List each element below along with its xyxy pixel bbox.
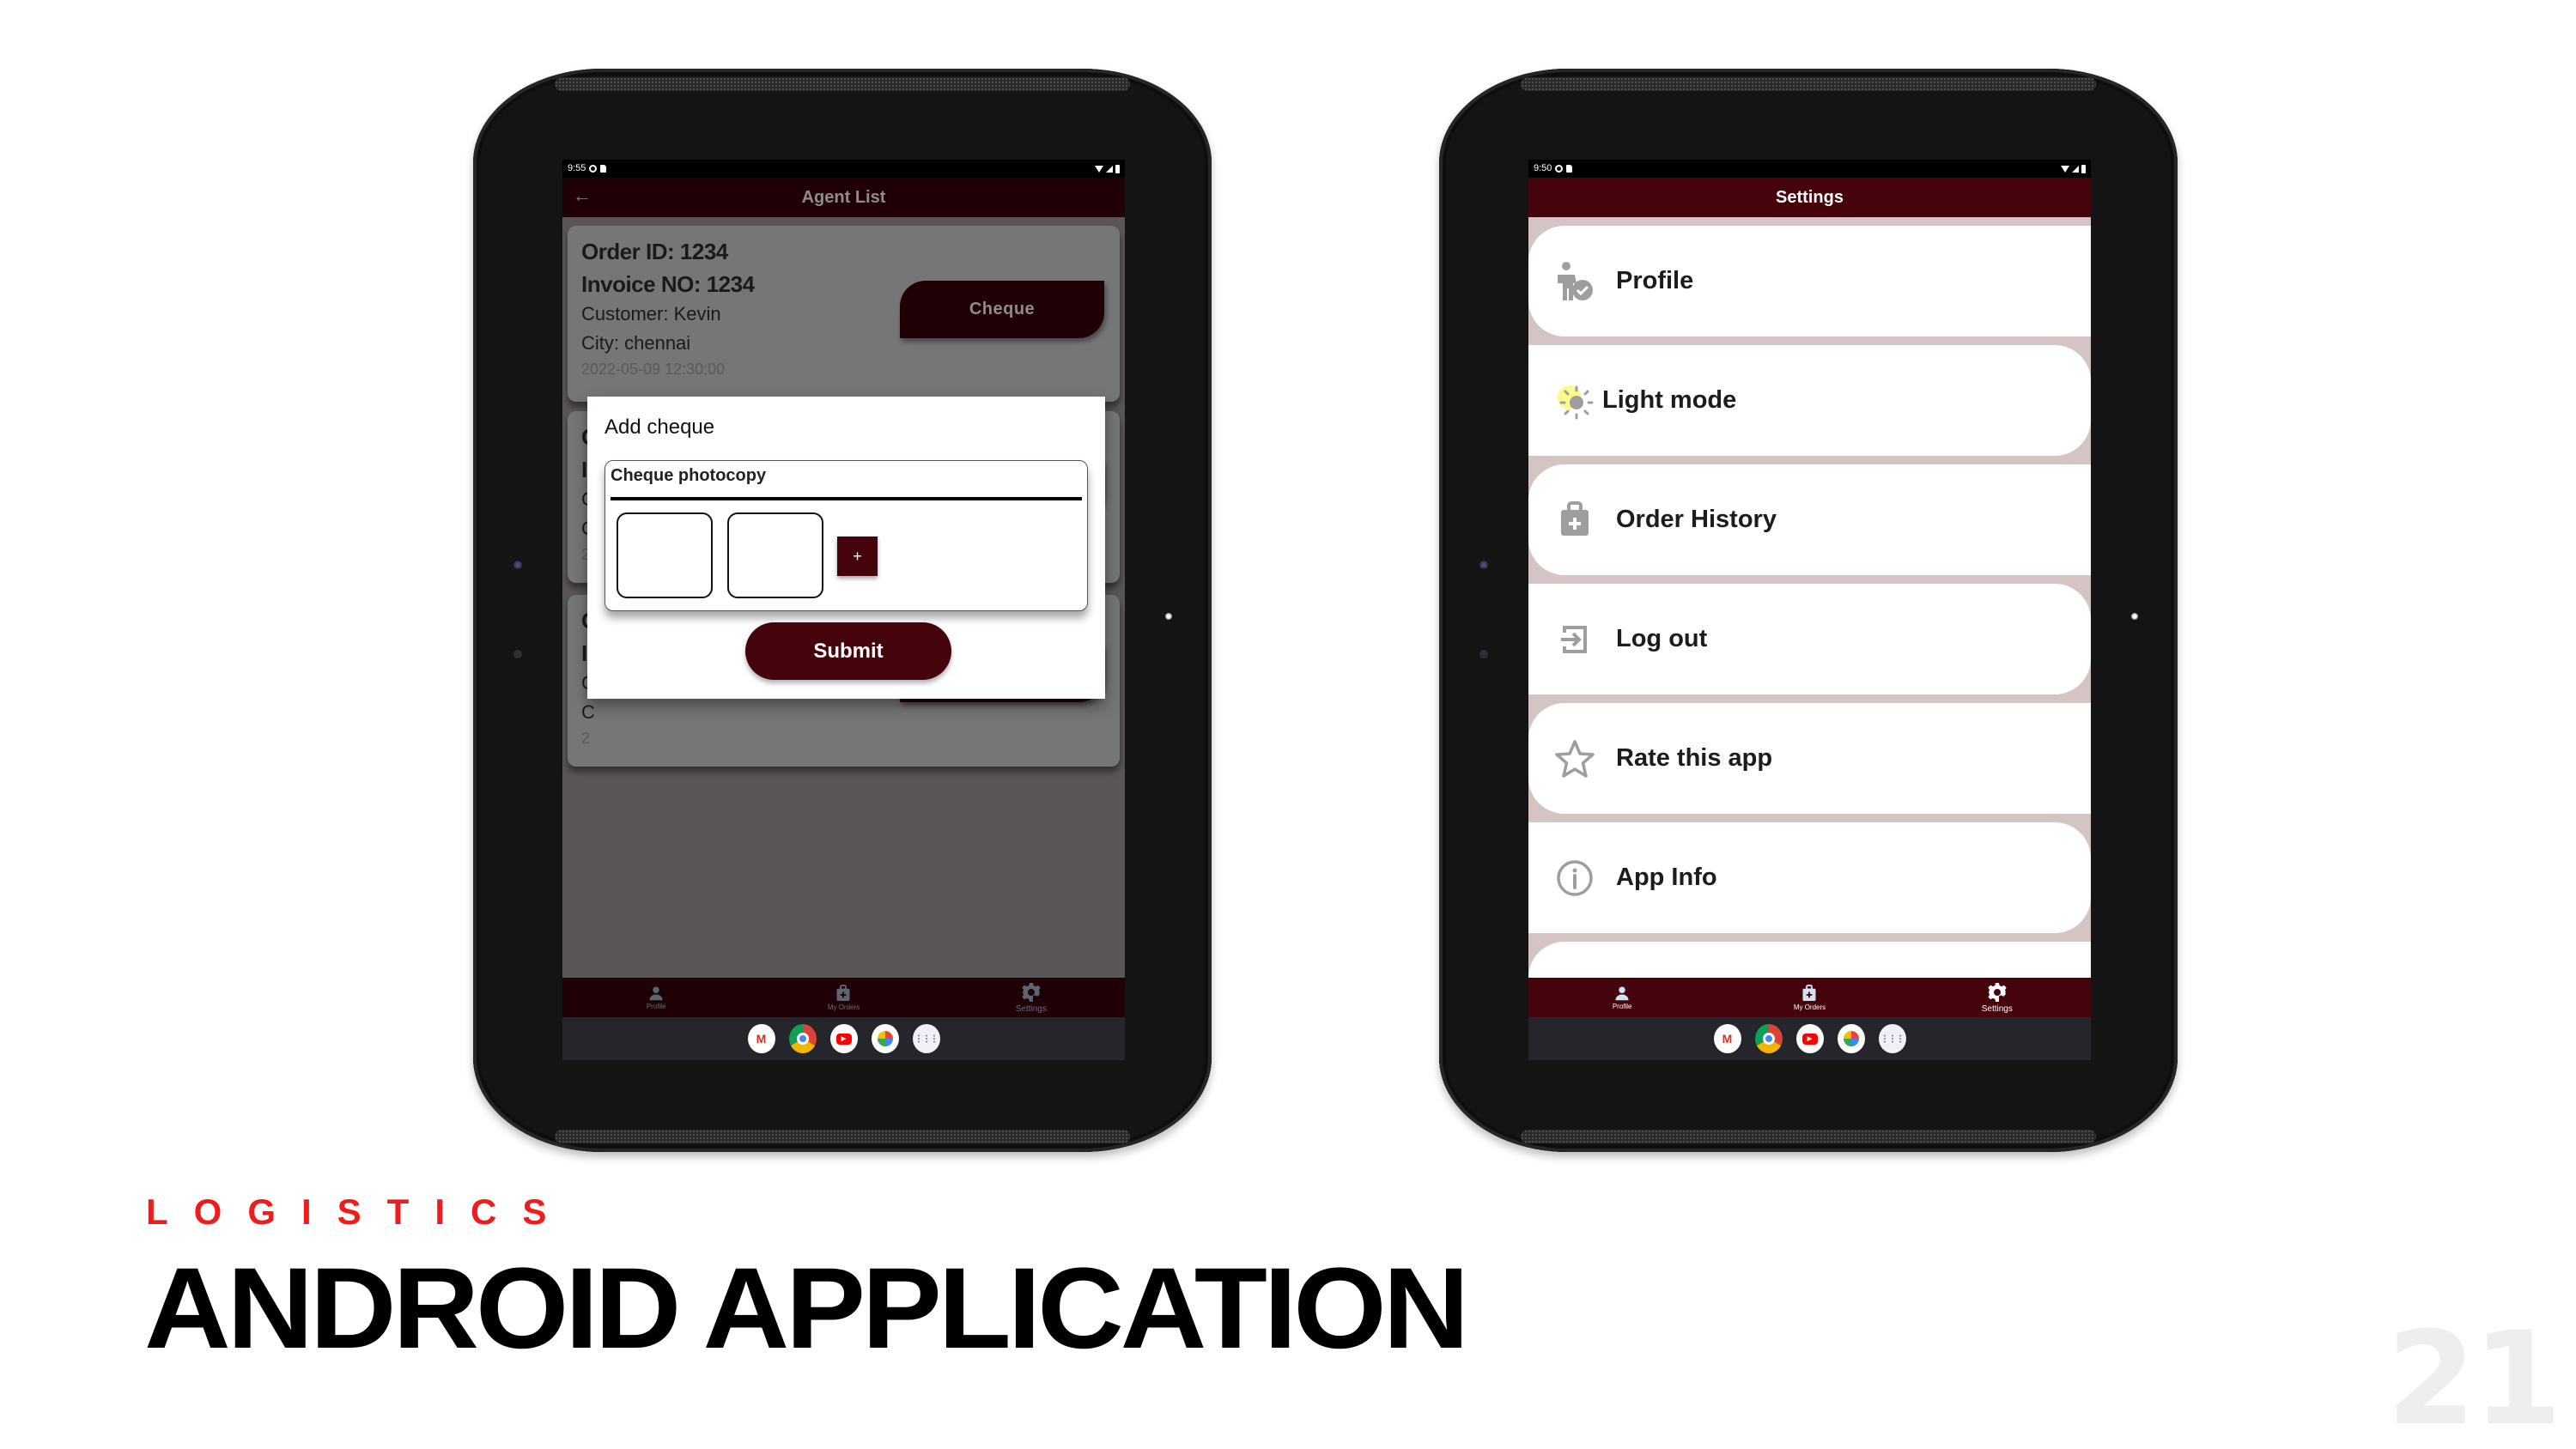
tablet-agent-list: 9:55 ← Agent List Order ID: 1234 Invoice… <box>473 69 1212 1152</box>
camera-icon <box>1479 561 1488 569</box>
sensor-dot <box>513 650 522 658</box>
sensor-dot <box>1479 650 1488 658</box>
settings-item-label: Log out <box>1616 625 1708 652</box>
page-title: Settings <box>1776 187 1844 207</box>
settings-item-profile[interactable]: Profile <box>1528 226 2091 336</box>
status-bar: 9:50 <box>1528 160 2091 178</box>
settings-item-light-mode[interactable]: Light mode <box>1528 345 2091 456</box>
speaker-grille-bottom <box>1521 1130 2096 1143</box>
settings-item-label: Profile <box>1616 267 1694 294</box>
signal-icon <box>1106 165 1113 173</box>
page-title: Agent List <box>801 187 886 207</box>
nav-my-orders[interactable]: My Orders <box>1758 978 1861 1017</box>
bottom-navigation: Profile My Orders Settings <box>562 978 1125 1017</box>
person-check-icon <box>1552 259 1597 304</box>
settings-item-label: Light mode <box>1602 386 1737 414</box>
settings-screen: 9:50 Settings Profile Light mode Order H… <box>1528 160 2091 1060</box>
settings-item-app-info[interactable]: App Info <box>1528 822 2091 933</box>
photo-slot[interactable] <box>617 512 713 598</box>
indicator-light <box>2131 613 2138 620</box>
sd-card-icon <box>1566 165 1573 173</box>
android-dock: M ▶ ⋮⋮⋮ <box>562 1017 1125 1060</box>
add-photo-button[interactable]: + <box>837 537 878 576</box>
gmail-icon[interactable]: M <box>1713 1024 1741 1053</box>
briefcase-plus-icon <box>836 984 850 1001</box>
youtube-icon[interactable]: ▶ <box>829 1024 858 1053</box>
app-drawer-icon[interactable]: ⋮⋮⋮ <box>912 1024 940 1053</box>
photos-icon[interactable] <box>871 1024 899 1053</box>
speaker-grille-bottom <box>555 1130 1130 1143</box>
info-circle-icon <box>1552 856 1597 900</box>
arrow-left-icon[interactable]: ← <box>573 185 592 207</box>
settings-item-rate-app[interactable]: Rate this app <box>1528 703 2091 814</box>
android-dock: M ▶ ⋮⋮⋮ <box>1528 1017 2091 1060</box>
modal-overlay: Add cheque Cheque photocopy + Submit <box>562 217 1125 978</box>
dialog-title: Add cheque <box>605 415 715 439</box>
bottom-navigation: Profile My Orders Settings <box>1528 978 2091 1017</box>
chrome-icon[interactable] <box>788 1024 817 1053</box>
nav-profile[interactable]: Profile <box>605 978 708 1017</box>
cheque-photocopy-section: Cheque photocopy + <box>605 460 1088 611</box>
chrome-icon[interactable] <box>1754 1024 1783 1053</box>
status-time: 9:50 <box>1534 163 1552 173</box>
submit-button[interactable]: Submit <box>745 622 951 680</box>
settings-status-icon <box>589 165 598 173</box>
wifi-icon <box>1095 165 1103 173</box>
person-icon <box>1615 986 1629 1000</box>
settings-item-log-out[interactable]: Log out <box>1528 584 2091 694</box>
gear-icon <box>1988 982 2007 1002</box>
nav-settings[interactable]: Settings <box>1946 978 2049 1017</box>
nav-label: My Orders <box>1793 1003 1826 1011</box>
settings-item-label: Rate this app <box>1616 744 1773 772</box>
battery-icon <box>2081 164 2086 173</box>
nav-profile[interactable]: Profile <box>1571 978 1674 1017</box>
app-bar: Settings <box>1528 178 2091 217</box>
indicator-light <box>1165 613 1172 620</box>
briefcase-plus-icon <box>1802 984 1816 1001</box>
settings-item-label: App Info <box>1616 864 1717 891</box>
nav-label: My Orders <box>827 1003 860 1011</box>
camera-icon <box>513 561 522 569</box>
photo-section-label: Cheque photocopy <box>611 466 767 485</box>
divider <box>611 497 1082 500</box>
sun-icon <box>1552 379 1597 423</box>
briefcase-plus-icon <box>1552 498 1597 543</box>
page-number: 21 <box>2386 1305 2562 1449</box>
gmail-icon[interactable]: M <box>747 1024 775 1053</box>
agent-list-screen: 9:55 ← Agent List Order ID: 1234 Invoice… <box>562 160 1125 1060</box>
settings-item-order-history[interactable]: Order History <box>1528 464 2091 575</box>
nav-settings[interactable]: Settings <box>980 978 1083 1017</box>
sd-card-icon <box>600 165 607 173</box>
star-outline-icon <box>1552 737 1597 781</box>
nav-label: Settings <box>1015 1003 1047 1014</box>
slide-headline: ANDROID APPLICATION <box>144 1245 1469 1373</box>
login-icon <box>1552 617 1597 662</box>
section-eyebrow: LOGISTICS <box>146 1191 573 1232</box>
gear-icon <box>1022 982 1041 1002</box>
app-bar: ← Agent List <box>562 178 1125 217</box>
settings-status-icon <box>1555 165 1564 173</box>
nav-label: Profile <box>1612 1002 1632 1010</box>
youtube-icon[interactable]: ▶ <box>1795 1024 1824 1053</box>
photo-slot[interactable] <box>727 512 823 598</box>
nav-my-orders[interactable]: My Orders <box>792 978 895 1017</box>
photos-icon[interactable] <box>1837 1024 1865 1053</box>
person-icon <box>649 986 663 1000</box>
status-bar: 9:55 <box>562 160 1125 178</box>
nav-label: Settings <box>1981 1003 2013 1014</box>
status-time: 9:55 <box>568 163 586 173</box>
speaker-grille-top <box>1521 77 2096 91</box>
speaker-grille-top <box>555 77 1130 91</box>
add-cheque-dialog: Add cheque Cheque photocopy + Submit <box>587 397 1105 699</box>
nav-label: Profile <box>646 1002 666 1010</box>
order-list: Order ID: 1234 Invoice NO: 1234 Customer… <box>562 217 1125 978</box>
signal-icon <box>2072 165 2079 173</box>
wifi-icon <box>2061 165 2069 173</box>
tablet-settings: 9:50 Settings Profile Light mode Order H… <box>1439 69 2178 1152</box>
app-drawer-icon[interactable]: ⋮⋮⋮ <box>1878 1024 1906 1053</box>
settings-list: Profile Light mode Order History Log out… <box>1528 217 2091 1052</box>
settings-item-label: Order History <box>1616 506 1777 533</box>
battery-icon <box>1115 164 1120 173</box>
